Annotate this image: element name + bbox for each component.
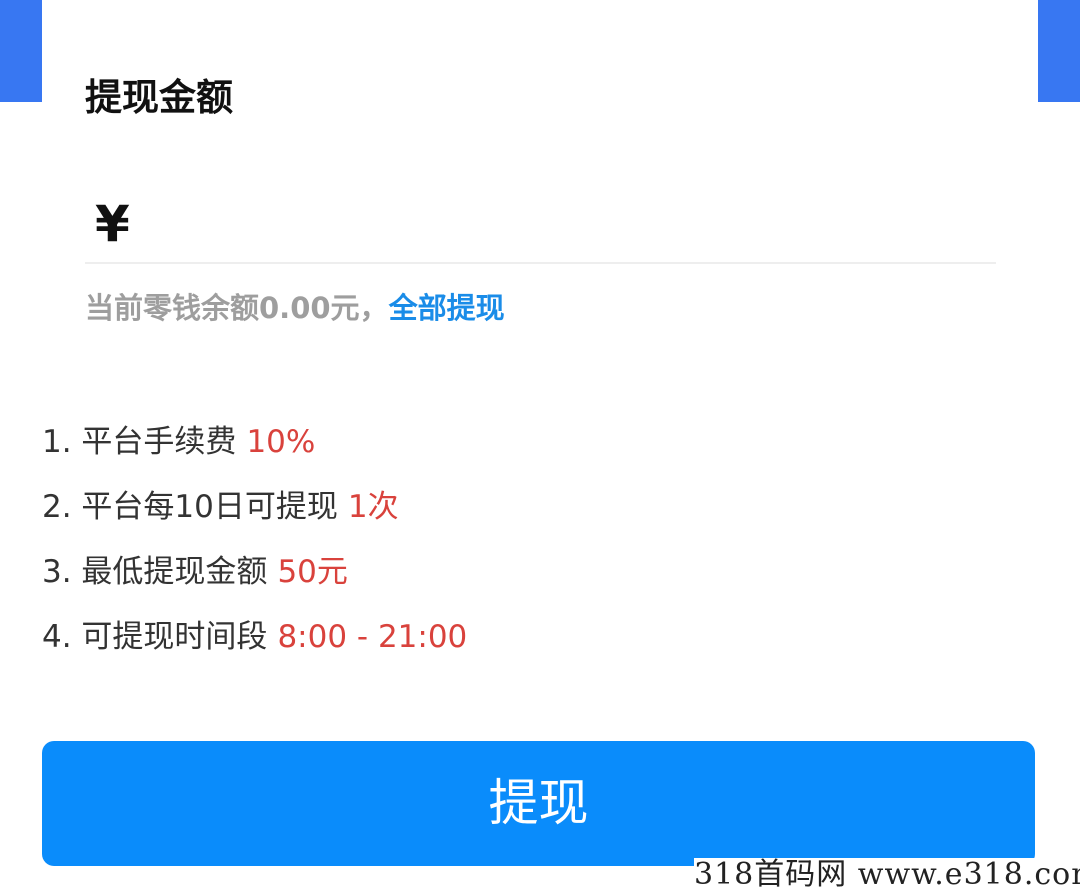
header-background-left [0,0,42,102]
rule-text: 3. 最低提现金额 [42,554,268,590]
amount-input[interactable] [150,196,990,252]
withdraw-all-link[interactable]: 全部提现 [389,291,505,325]
withdraw-submit-button[interactable]: 提现 [42,741,1035,866]
rule-highlight: 8:00 - 21:00 [277,619,468,655]
rule-highlight: 50元 [277,554,348,590]
amount-title: 提现金额 [85,76,233,119]
amount-divider [85,262,996,264]
rule-item: 4. 可提现时间段 8:00 - 21:00 [42,615,467,659]
rule-item: 1. 平台手续费 10% [42,420,467,464]
balance-text: 当前零钱余额0.00元， [85,291,389,325]
currency-symbol: ¥ [95,195,130,253]
rule-highlight: 1次 [347,489,399,525]
rule-highlight: 10% [246,424,316,460]
withdraw-rules-list: 1. 平台手续费 10% 2. 平台每10日可提现 1次 3. 最低提现金额 50元 … [42,420,467,680]
rule-text: 1. 平台手续费 [42,424,237,460]
balance-row: 当前零钱余额0.00元，全部提现 [85,290,505,326]
header-background-right [1038,0,1080,102]
rule-text: 4. 可提现时间段 [42,619,268,655]
site-watermark: 318首码网 www.e318.com [694,857,1080,892]
rule-item: 2. 平台每10日可提现 1次 [42,485,467,529]
rule-item: 3. 最低提现金额 50元 [42,550,467,594]
rule-text: 2. 平台每10日可提现 [42,489,338,525]
